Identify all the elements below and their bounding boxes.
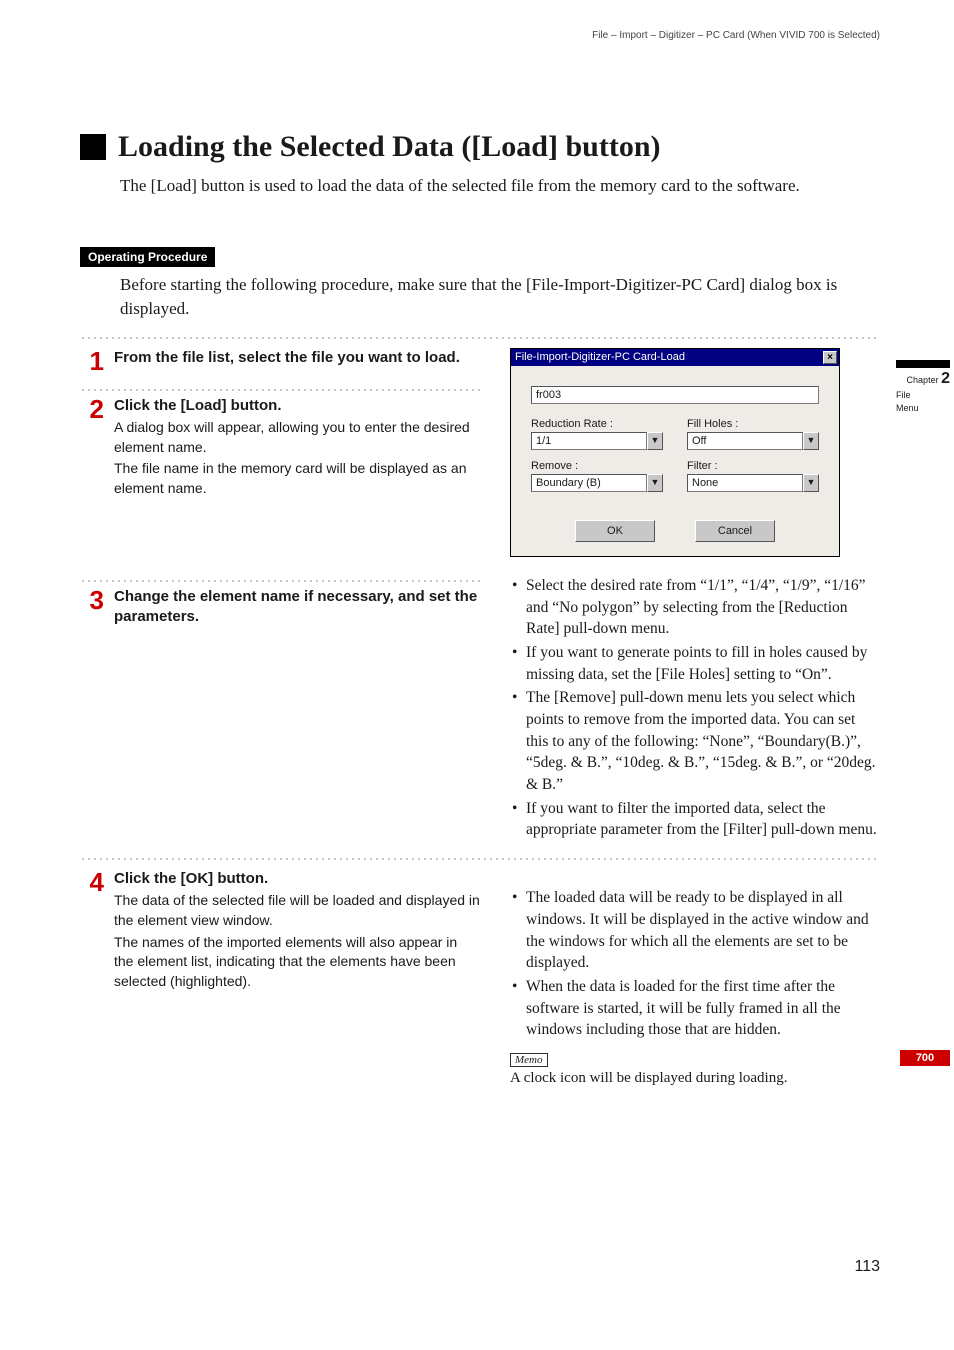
step-title: Change the element name if necessary, an… xyxy=(114,587,480,628)
remove-select[interactable]: Boundary (B) xyxy=(531,474,647,492)
chevron-down-icon[interactable]: ▼ xyxy=(803,432,819,450)
list-item: The [Remove] pull-down menu lets you sel… xyxy=(510,687,880,795)
reduction-rate-label: Reduction Rate : xyxy=(531,418,663,430)
step-title: From the file list, select the file you … xyxy=(114,348,480,368)
page-title: Loading the Selected Data ([Load] button… xyxy=(118,130,661,164)
load-dialog: File-Import-Digitizer-PC Card-Load × fr0… xyxy=(510,348,840,557)
lead-text: The [Load] button is used to load the da… xyxy=(120,174,880,199)
divider xyxy=(80,579,480,583)
tab-bar xyxy=(896,360,950,368)
divider xyxy=(80,857,880,861)
intro-text: Before starting the following procedure,… xyxy=(120,273,880,322)
memo-text: A clock icon will be displayed during lo… xyxy=(510,1070,880,1087)
page-number: 113 xyxy=(854,1258,880,1276)
ok-button[interactable]: OK xyxy=(575,520,655,542)
cancel-button[interactable]: Cancel xyxy=(695,520,775,542)
operating-procedure-label: Operating Procedure xyxy=(80,247,215,267)
chapter-prefix: Chapter xyxy=(907,375,939,385)
model-badge: 700 xyxy=(900,1050,950,1066)
chevron-down-icon[interactable]: ▼ xyxy=(647,432,663,450)
divider xyxy=(80,388,480,392)
breadcrumb: File – Import – Digitizer – PC Card (Whe… xyxy=(592,30,880,41)
reduction-rate-select[interactable]: 1/1 xyxy=(531,432,647,450)
step-number: 4 xyxy=(80,869,104,895)
element-name-input[interactable]: fr003 xyxy=(531,386,819,404)
chapter-number: 2 xyxy=(941,370,950,387)
divider xyxy=(80,336,880,340)
fill-holes-select[interactable]: Off xyxy=(687,432,803,450)
step-body: The names of the imported elements will … xyxy=(114,933,480,992)
step-title: Click the [OK] button. xyxy=(114,869,480,889)
list-item: The loaded data will be ready to be disp… xyxy=(510,887,880,974)
list-item: When the data is loaded for the first ti… xyxy=(510,976,880,1041)
chevron-down-icon[interactable]: ▼ xyxy=(803,474,819,492)
filter-select[interactable]: None xyxy=(687,474,803,492)
fill-holes-label: Fill Holes : xyxy=(687,418,819,430)
chevron-down-icon[interactable]: ▼ xyxy=(647,474,663,492)
step-number: 2 xyxy=(80,396,104,422)
step-title: Click the [Load] button. xyxy=(114,396,480,416)
list-item: If you want to generate points to fill i… xyxy=(510,642,880,685)
close-icon[interactable]: × xyxy=(823,351,837,364)
step-body: A dialog box will appear, allowing you t… xyxy=(114,418,480,457)
chapter-tab: Chapter 2 File Menu xyxy=(896,360,950,414)
memo-label: Memo xyxy=(510,1053,548,1067)
list-item: Select the desired rate from “1/1”, “1/4… xyxy=(510,575,880,640)
list-item: If you want to filter the imported data,… xyxy=(510,798,880,841)
step-body: The data of the selected file will be lo… xyxy=(114,891,480,930)
dialog-title: File-Import-Digitizer-PC Card-Load xyxy=(515,351,685,363)
chapter-sub: Menu xyxy=(896,403,950,414)
remove-label: Remove : xyxy=(531,460,663,472)
heading-marker xyxy=(80,134,106,160)
step-body: The file name in the memory card will be… xyxy=(114,459,480,498)
step-number: 1 xyxy=(80,348,104,374)
filter-label: Filter : xyxy=(687,460,819,472)
step-number: 3 xyxy=(80,587,104,613)
chapter-sub: File xyxy=(896,390,950,401)
